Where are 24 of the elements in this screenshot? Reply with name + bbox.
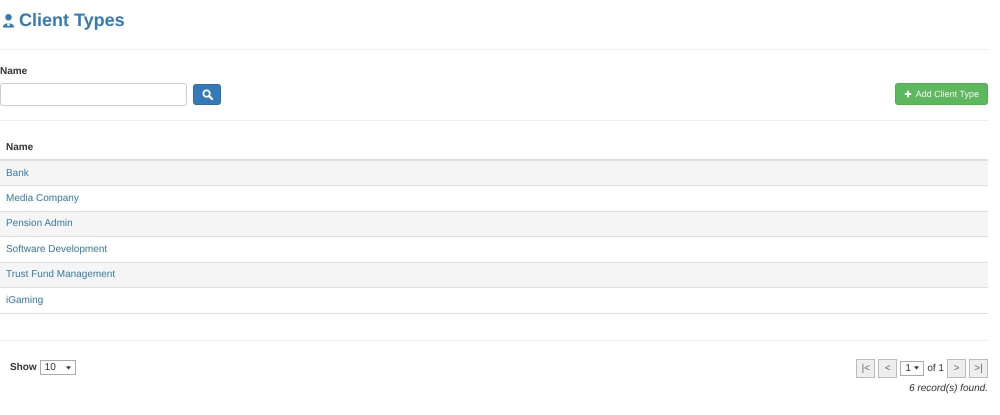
client-type-link[interactable]: iGaming bbox=[6, 294, 44, 306]
page-size-select[interactable]: 10 bbox=[40, 360, 76, 375]
search-button[interactable] bbox=[193, 84, 221, 105]
page-count: of 1 bbox=[927, 362, 944, 374]
last-page-button[interactable]: >| bbox=[969, 358, 988, 378]
page-title: Client Types bbox=[19, 10, 125, 30]
records-count: 6 record(s) found. bbox=[909, 382, 988, 394]
previous-page-button[interactable]: < bbox=[878, 358, 898, 378]
search-icon bbox=[202, 89, 212, 100]
client-type-link[interactable]: Bank bbox=[6, 168, 29, 178]
first-page-button[interactable]: |< bbox=[856, 358, 876, 378]
client-type-link[interactable]: Pension Admin bbox=[6, 218, 73, 230]
page-select[interactable]: 1 bbox=[900, 360, 924, 376]
client-type-link[interactable]: Trust Fund Management bbox=[6, 269, 116, 280]
caret-icon bbox=[66, 366, 71, 370]
client-type-link[interactable]: Software Development bbox=[6, 244, 108, 255]
add-button[interactable]: Add Client Type bbox=[894, 83, 988, 105]
plus-icon bbox=[904, 90, 912, 98]
name-field[interactable] bbox=[0, 83, 187, 106]
field-label: Name bbox=[0, 66, 28, 77]
client-type-link[interactable]: Media Company bbox=[6, 192, 79, 204]
next-page-button[interactable]: > bbox=[947, 358, 966, 378]
show-label: Show bbox=[10, 362, 37, 373]
caret-icon bbox=[914, 366, 920, 370]
